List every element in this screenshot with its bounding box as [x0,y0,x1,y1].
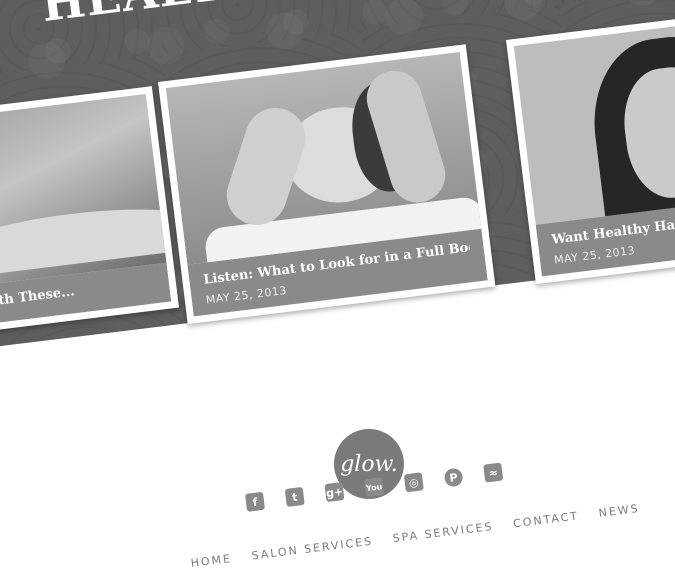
google-plus-icon[interactable]: g+ [324,482,345,503]
youtube-icon[interactable]: You [364,477,385,498]
instagram-icon[interactable]: ◎ [403,472,424,493]
footer-nav: HOME SALON SERVICES SPA SERVICES CONTACT… [190,502,640,570]
rss-icon[interactable]: ≈ [483,462,504,483]
twitter-icon[interactable]: t [284,486,305,507]
nav-spa-services[interactable]: SPA SERVICES [392,520,494,545]
nav-home[interactable]: HOME [190,552,233,570]
article-title[interactable]: Get Ready with These... [0,274,156,320]
pinterest-icon[interactable]: P [443,467,464,488]
article-photo[interactable] [165,52,482,265]
nav-contact[interactable]: CONTACT [512,509,579,530]
article-card[interactable]: Get Ready with These... [0,86,179,344]
nav-salon-services[interactable]: SALON SERVICES [251,535,374,563]
facebook-icon[interactable]: f [245,491,266,512]
article-card[interactable]: Listen: What to Look for in a Full Body … [158,44,496,325]
article-photo[interactable] [513,14,675,225]
article-card[interactable]: Want Healthy Hair? T... MAY 25, 2013 [506,6,675,285]
nav-news[interactable]: NEWS [598,502,640,520]
